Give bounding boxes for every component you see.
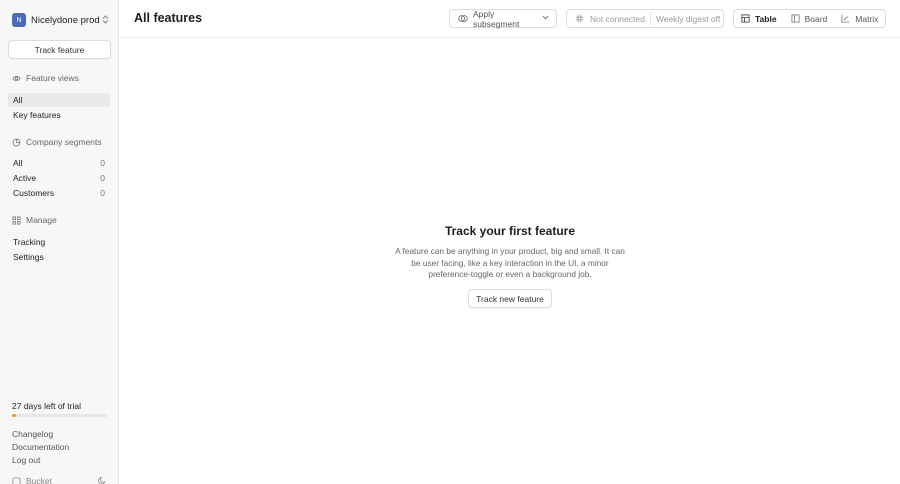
- segment-count: 0: [100, 158, 105, 168]
- brand-name: Bucket: [26, 476, 52, 484]
- slack-integration[interactable]: Not connected Weekly digest off: [566, 9, 724, 28]
- chevron-up-down-icon: [102, 14, 109, 26]
- empty-state-title: Track your first feature: [444, 224, 576, 238]
- page-title: All features: [134, 11, 203, 25]
- segment-active[interactable]: Active 0: [8, 171, 110, 185]
- feature-views-heading-label: Feature views: [26, 73, 79, 83]
- segment-count: 0: [100, 173, 105, 183]
- manage-heading-label: Manage: [26, 215, 57, 225]
- view-label: Table: [755, 13, 777, 24]
- segment-count: 0: [100, 188, 105, 198]
- trial-progress-bar: [12, 414, 107, 417]
- matrix-icon: [841, 14, 850, 23]
- view-matrix-button[interactable]: Matrix: [834, 10, 885, 27]
- bucket-icon: [12, 476, 21, 484]
- view-label: Matrix: [855, 13, 879, 24]
- grid-icon: [12, 215, 21, 225]
- company-segments-heading-label: Company segments: [26, 137, 102, 147]
- view-label: Board: [804, 13, 828, 24]
- feature-views-heading: Feature views: [12, 73, 79, 83]
- documentation-link[interactable]: Documentation: [12, 442, 69, 452]
- feature-view-label: All: [13, 95, 23, 105]
- eye-icon: [12, 75, 21, 81]
- table-icon: [741, 14, 750, 23]
- digest-status: Weekly digest off: [655, 13, 721, 24]
- segments-icon: [12, 138, 21, 146]
- segment-all[interactable]: All 0: [8, 156, 110, 170]
- slack-icon: [575, 14, 584, 23]
- org-avatar: N: [12, 13, 26, 27]
- track-new-feature-button[interactable]: Track new feature: [468, 289, 552, 309]
- org-name: Nicelydone prod: [31, 14, 100, 26]
- view-switcher: Table Board Matrix: [733, 9, 886, 28]
- sidebar: N Nicelydone prod Track feature Feature …: [0, 0, 119, 484]
- manage-tracking[interactable]: Tracking: [8, 235, 110, 249]
- manage-item-label: Tracking: [13, 237, 46, 247]
- feature-view-key-features[interactable]: Key features: [8, 108, 110, 122]
- company-segments-heading: Company segments: [12, 137, 102, 147]
- segment-label: Customers: [13, 188, 55, 198]
- feature-view-label: Key features: [13, 110, 61, 120]
- chevron-down-icon: [542, 15, 549, 22]
- slack-status: Not connected: [590, 13, 645, 24]
- top-bar: All features Apply subsegment Not connec…: [120, 0, 900, 38]
- moon-icon[interactable]: [98, 476, 107, 484]
- apply-subsegment-dropdown[interactable]: Apply subsegment: [449, 8, 557, 29]
- brand-logo: Bucket: [12, 476, 52, 484]
- manage-item-label: Settings: [13, 252, 44, 262]
- segment-label: All: [13, 158, 23, 168]
- view-board-button[interactable]: Board: [784, 10, 835, 27]
- feature-view-all[interactable]: All: [8, 93, 110, 107]
- log-out-link[interactable]: Log out: [12, 455, 40, 465]
- view-table-button[interactable]: Table: [734, 10, 784, 27]
- manage-settings[interactable]: Settings: [8, 250, 110, 264]
- board-icon: [791, 14, 800, 23]
- track-feature-button[interactable]: Track feature: [8, 40, 111, 59]
- subsegment-icon: [458, 15, 468, 22]
- apply-subsegment-label: Apply subsegment: [473, 8, 520, 29]
- segment-label: Active: [13, 173, 37, 183]
- org-switcher[interactable]: N Nicelydone prod: [12, 13, 109, 27]
- trial-status: 27 days left of trial: [12, 401, 81, 411]
- divider: [649, 12, 651, 25]
- empty-state: Track your first feature A feature can b…: [395, 224, 625, 309]
- manage-heading: Manage: [12, 215, 57, 225]
- changelog-link[interactable]: Changelog: [12, 429, 53, 439]
- segment-customers[interactable]: Customers 0: [8, 186, 110, 200]
- trial-progress-fill: [12, 414, 16, 417]
- empty-state-description: A feature can be anything in your produc…: [395, 246, 625, 280]
